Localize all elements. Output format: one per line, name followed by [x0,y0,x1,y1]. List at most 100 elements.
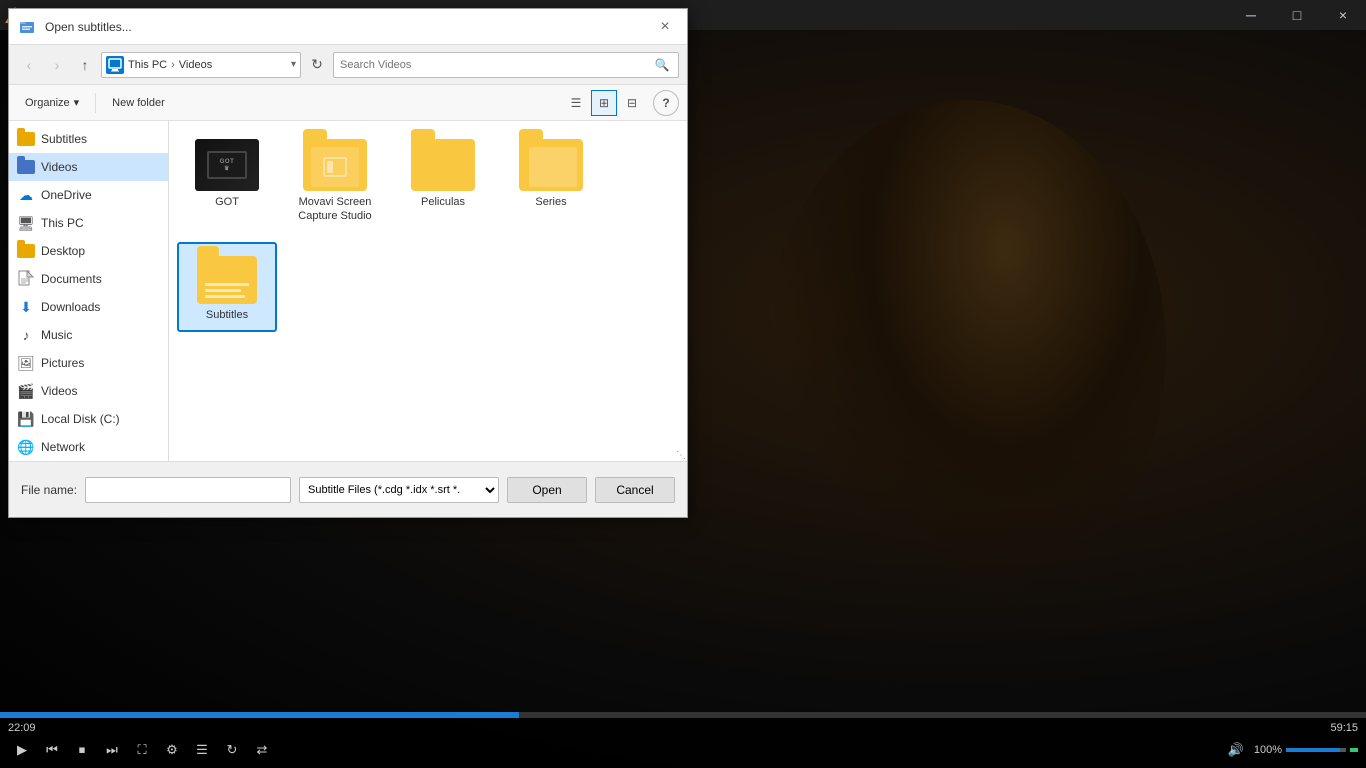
sidebar-item-videos2[interactable]: 🎬 Videos [9,377,168,405]
music-icon: ♪ [17,326,35,344]
search-box: 🔍 [333,52,679,78]
help-button[interactable]: ? [653,90,679,116]
organize-button[interactable]: Organize ▾ [17,90,87,116]
forward-button[interactable]: › [45,53,69,77]
toolbar: Organize ▾ New folder ☰ ⊞ ⊟ ? [9,85,687,121]
dialog-close-button[interactable]: × [651,13,679,41]
sidebar-label-local-disk: Local Disk (C:) [41,412,120,426]
dialog-icon [17,17,37,37]
settings-button[interactable]: ⚙ [158,738,186,762]
address-bar: ‹ › ↑ This PC › Videos ▾ ↻ 🔍 [9,45,687,85]
sidebar-item-music[interactable]: ♪ Music [9,321,168,349]
volume-fill [1286,748,1340,752]
file-item-subtitles[interactable]: Subtitles [177,242,277,332]
breadcrumb-this-pc[interactable]: This PC [128,59,167,71]
file-item-got[interactable]: GOT♛ GOT [177,129,277,234]
new-folder-button[interactable]: New folder [104,90,173,116]
subtitles-folder-icon [195,252,259,304]
search-input[interactable] [340,59,648,71]
refresh-button[interactable]: ↻ [305,53,329,77]
open-subtitles-dialog: Open subtitles... × ‹ › ↑ This PC › Vide… [8,8,688,518]
subtitles-folder-name: Subtitles [206,308,248,322]
up-button[interactable]: ↑ [73,53,97,77]
file-type-select[interactable]: Subtitle Files (*.cdg *.idx *.srt *. [299,477,499,503]
cancel-button[interactable]: Cancel [595,477,675,503]
open-button[interactable]: Open [507,477,587,503]
sidebar-label-music: Music [41,328,72,342]
breadcrumb-sep1: › [171,59,175,71]
new-folder-label: New folder [112,97,165,109]
maximize-button[interactable]: □ [1274,0,1320,30]
pictures-icon: 🖼 [17,354,35,372]
this-pc-icon: 🖥 [17,214,35,232]
vlc-bottom-bar: 22:09 59:15 ▶ ⏮ ⏹ ⏭ ⛶ ⚙ ☰ ↻ ⇄ 🔊 100% [0,712,1366,768]
file-name-input[interactable] [85,477,291,503]
sidebar-label-network: Network [41,440,85,454]
view-icons-button[interactable]: ⊞ [591,90,617,116]
organize-arrow: ▾ [74,96,80,109]
breadcrumb[interactable]: This PC › Videos ▾ [101,52,301,78]
file-item-movavi[interactable]: Movavi Screen Capture Studio [285,129,385,234]
sidebar-label-documents: Documents [41,272,102,286]
volume-label: 100% [1254,744,1282,756]
time-bar: 22:09 59:15 [0,718,1366,734]
file-item-series[interactable]: Series [501,129,601,234]
file-name-label: File name: [21,483,77,497]
sidebar-item-subtitles[interactable]: Subtitles [9,125,168,153]
sidebar-label-downloads: Downloads [41,300,100,314]
breadcrumb-videos[interactable]: Videos [179,59,212,71]
play-button[interactable]: ▶ [8,738,36,762]
close-button[interactable]: × [1320,0,1366,30]
sidebar-item-downloads[interactable]: ⬇ Downloads [9,293,168,321]
downloads-icon: ⬇ [17,298,35,316]
view-buttons: ☰ ⊞ ⊟ [563,90,645,116]
subtitles-folder-icon [17,130,35,148]
sidebar-item-local-disk[interactable]: 💾 Local Disk (C:) [9,405,168,433]
movavi-folder-icon [303,139,367,191]
resize-handle[interactable] [675,449,687,461]
volume-icon[interactable]: 🔊 [1222,738,1250,762]
volume-area: 🔊 100% [1222,738,1358,762]
volume-end [1350,748,1358,752]
loop-button[interactable]: ↻ [218,738,246,762]
sidebar-item-desktop[interactable]: Desktop [9,237,168,265]
volume-bar[interactable] [1286,748,1346,752]
sidebar-item-videos[interactable]: Videos [9,153,168,181]
back-button[interactable]: ‹ [17,53,41,77]
controls-bar: ▶ ⏮ ⏹ ⏭ ⛶ ⚙ ☰ ↻ ⇄ 🔊 100% [0,734,1366,768]
documents-icon [17,270,35,288]
sidebar-label-videos2: Videos [41,384,77,398]
sidebar-label-desktop: Desktop [41,244,85,258]
disk-icon: 💾 [17,410,35,428]
desktop-folder-icon [17,242,35,260]
series-folder-name: Series [535,195,566,209]
search-button[interactable]: 🔍 [652,55,672,75]
sidebar-item-onedrive[interactable]: ☁ OneDrive [9,181,168,209]
breadcrumb-dropdown[interactable]: ▾ [291,59,296,70]
playlist-button[interactable]: ☰ [188,738,216,762]
sidebar-item-network[interactable]: 🌐 Network [9,433,168,461]
sidebar-label-onedrive: OneDrive [41,188,92,202]
got-folder-name: GOT [215,195,239,209]
progress-fill [0,712,519,718]
prev-button[interactable]: ⏮ [38,738,66,762]
sidebar: Subtitles Videos ☁ OneDrive 🖥 This PC [9,121,169,461]
organize-label: Organize [25,97,70,109]
sidebar-label-this-pc: This PC [41,216,84,230]
dialog-footer: File name: Subtitle Files (*.cdg *.idx *… [9,461,687,517]
minimize-button[interactable]: ─ [1228,0,1274,30]
peliculas-folder-name: Peliculas [421,195,465,209]
view-list-button[interactable]: ☰ [563,90,589,116]
view-details-button[interactable]: ⊟ [619,90,645,116]
sidebar-item-pictures[interactable]: 🖼 Pictures [9,349,168,377]
stop-button[interactable]: ⏹ [68,738,96,762]
file-item-peliculas[interactable]: Peliculas [393,129,493,234]
sidebar-item-documents[interactable]: Documents [9,265,168,293]
shuffle-button[interactable]: ⇄ [248,738,276,762]
fullscreen-button[interactable]: ⛶ [128,738,156,762]
progress-bar[interactable] [0,712,1366,718]
sidebar-label-videos: Videos [41,160,77,174]
next-button[interactable]: ⏭ [98,738,126,762]
sidebar-item-this-pc[interactable]: 🖥 This PC [9,209,168,237]
got-folder-icon: GOT♛ [195,139,259,191]
